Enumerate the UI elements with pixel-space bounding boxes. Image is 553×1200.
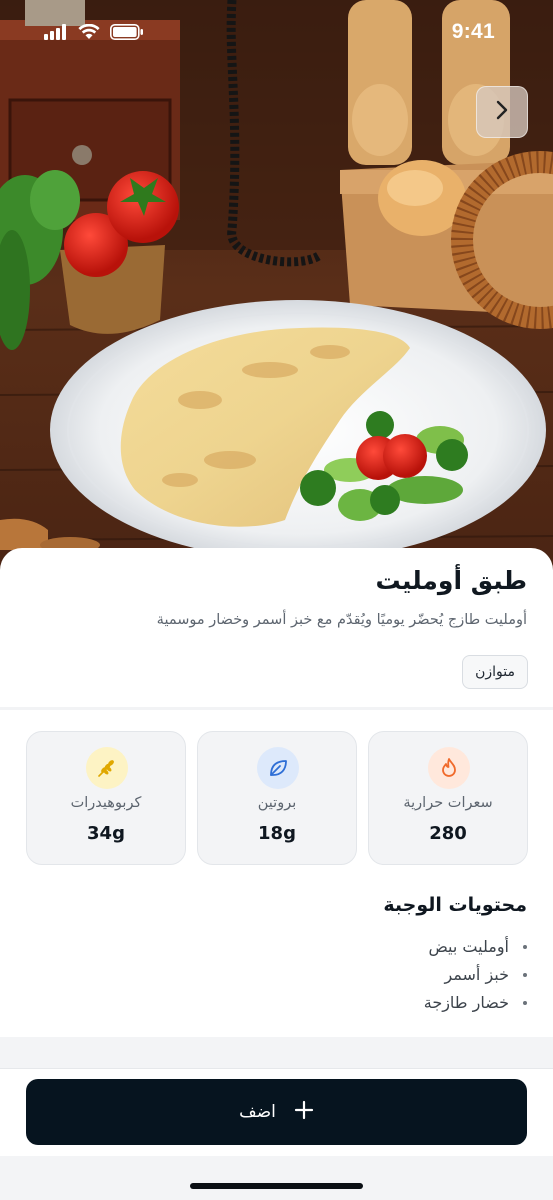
calories-label: سعرات حرارية [403, 795, 493, 811]
add-button-label: اضف [239, 1102, 276, 1122]
section-divider [0, 707, 553, 710]
signal-icon [44, 24, 68, 44]
chevron-right-icon [493, 99, 511, 125]
ingredient-label: خضار طازجة [423, 993, 509, 1012]
battery-icon [110, 24, 144, 44]
protein-label: بروتين [257, 795, 297, 811]
diet-badge: متوازن [462, 655, 528, 689]
ingredient-label: أومليت بيض [428, 937, 509, 956]
add-button[interactable]: اضف [26, 1079, 527, 1145]
carbs-value: 34g [87, 823, 125, 844]
meal-title: طبق أومليت [375, 566, 527, 595]
leaf-icon [257, 747, 299, 789]
protein-value: 18g [258, 823, 296, 844]
protein-card: بروتين 18g [197, 731, 357, 865]
plus-icon [294, 1100, 314, 1124]
next-button[interactable] [476, 86, 528, 138]
calories-value: 280 [429, 823, 467, 844]
meal-description: أومليت طازج يُحضّر يوميًا ويُقدّم مع خبز… [156, 612, 527, 628]
calories-card: سعرات حرارية 280 [368, 731, 528, 865]
status-time: 9:41 [451, 20, 495, 43]
list-item: أومليت بيض [424, 933, 527, 961]
ingredient-label: خبز أسمر [444, 965, 509, 984]
carbs-card: كربوهيدرات 34g [26, 731, 186, 865]
wheat-icon [86, 747, 128, 789]
bullet-icon [523, 973, 527, 977]
hero-image [0, 0, 553, 580]
list-item: خضار طازجة [424, 989, 527, 1017]
carbs-label: كربوهيدرات [70, 795, 142, 811]
flame-icon [428, 747, 470, 789]
home-indicator [190, 1183, 363, 1189]
ingredients-list: أومليت بيض خبز أسمر خضار طازجة [424, 933, 527, 1017]
wifi-icon [78, 23, 100, 44]
bullet-icon [523, 1001, 527, 1005]
status-bar: 9:41 [0, 0, 553, 66]
contents-title: محتويات الوجبة [383, 894, 527, 916]
nutrition-stats: سعرات حرارية 280 بروتين 18g كربوهيدرات 3… [26, 731, 528, 865]
status-icons [44, 23, 144, 44]
bullet-icon [523, 945, 527, 949]
list-item: خبز أسمر [424, 961, 527, 989]
